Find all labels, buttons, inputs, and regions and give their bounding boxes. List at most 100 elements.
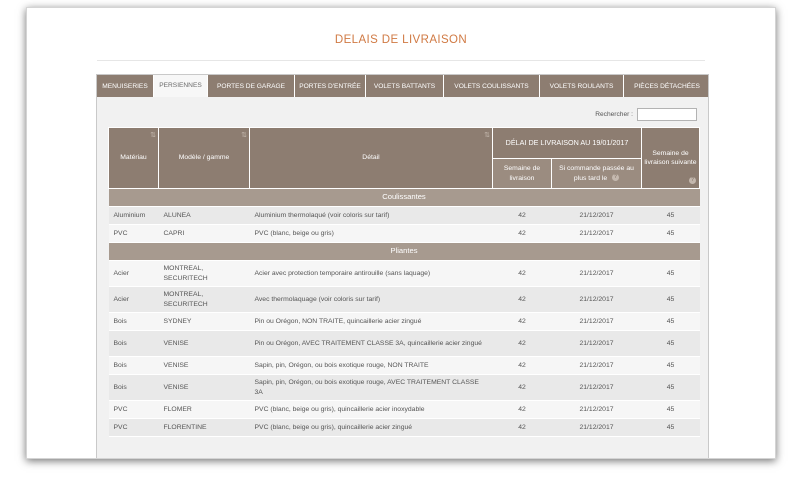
delay-group-label: DÉLAI DE LIVRAISON AU 19/01/2017	[505, 137, 629, 147]
col-model-header[interactable]: ⇅ Modèle / gamme	[158, 127, 250, 189]
cell-model: FLORENTINE	[158, 418, 250, 437]
col-delivery-week-header: Semaine de livraison	[492, 158, 552, 189]
tab-portes-de-garage[interactable]: PORTES DE GARAGE	[208, 75, 295, 97]
col-detail-label: Détail	[362, 154, 380, 162]
cell-detail: Acier avec protection temporaire antirou…	[249, 260, 493, 287]
cell-detail: Sapin, pin, Orégon, ou bois exotique rou…	[249, 356, 493, 375]
cell-detail: Avec thermolaquage (voir coloris sur tar…	[249, 286, 493, 313]
cell-order-by: 21/12/2017	[551, 400, 642, 419]
cell-delivery-week: 42	[492, 356, 552, 375]
cell-next-week: 45	[641, 356, 700, 375]
help-icon[interactable]: ?	[689, 177, 696, 184]
tab-persiennes[interactable]: PERSIENNES	[154, 75, 208, 97]
cell-delivery-week: 42	[492, 418, 552, 437]
tab-portes-d-entrée[interactable]: PORTES D'ENTRÉE	[295, 75, 366, 97]
sort-icon: ⇅	[484, 132, 490, 139]
col-order-by-header: Si commande passée au plus tard le ?	[551, 158, 642, 189]
group-label: Pliantes	[108, 242, 700, 261]
title-divider	[97, 60, 705, 61]
cell-model: VENISE	[158, 356, 250, 375]
cell-material: PVC	[108, 418, 159, 437]
cell-next-week: 45	[641, 206, 700, 225]
col-next-week-header: Semaine de livraison suivante ?	[641, 127, 700, 189]
cell-order-by: 21/12/2017	[551, 312, 642, 331]
cell-model: FLOMER	[158, 400, 250, 419]
cell-material: PVC	[108, 224, 159, 243]
search-row: Rechercher :	[595, 108, 697, 121]
search-label: Rechercher :	[595, 111, 633, 118]
cell-detail: Pin ou Orégon, NON TRAITE, quincaillerie…	[249, 312, 493, 331]
cell-delivery-week: 42	[492, 286, 552, 313]
group-row: Pliantes	[108, 242, 700, 261]
table-body: Coulissantes Aluminium ALUNEA Aluminium the…	[108, 188, 700, 437]
table-row: Acier MONTREAL, SECURITECH Avec thermolaqu…	[108, 286, 700, 313]
table-row: PVC FLOMER PVC (blanc, beige ou gris), qui…	[108, 400, 700, 419]
cell-order-by: 21/12/2017	[551, 286, 642, 313]
tab-volets-battants[interactable]: VOLETS BATTANTS	[366, 75, 444, 97]
col-next-week-label: Semaine de livraison suivante	[644, 149, 697, 166]
page-frame: DELAIS DE LIVRAISON MENUISERIES PERSIENNE…	[26, 7, 776, 459]
cell-order-by: 21/12/2017	[551, 260, 642, 287]
cell-model: CAPRI	[158, 224, 250, 243]
table-row: Bois SYDNEY Pin ou Orégon, NON TRAITE, qui…	[108, 312, 700, 331]
cell-detail: PVC (blanc, beige ou gris)	[249, 224, 493, 243]
cell-order-by: 21/12/2017	[551, 206, 642, 225]
col-model-label: Modèle / gamme	[178, 154, 230, 162]
cell-delivery-week: 42	[492, 260, 552, 287]
col-order-by-label: Si commande passée au plus tard le	[559, 165, 634, 182]
cell-detail: PVC (blanc, beige ou gris), quincailleri…	[249, 418, 493, 437]
cell-material: PVC	[108, 400, 159, 419]
cell-detail: Aluminium thermolaqué (voir coloris sur …	[249, 206, 493, 225]
cell-model: MONTREAL, SECURITECH	[158, 260, 250, 287]
delay-group-header: DÉLAI DE LIVRAISON AU 19/01/2017	[492, 127, 642, 159]
tab-bar: MENUISERIES PERSIENNES PORTES DE GARAGE POR…	[97, 75, 708, 97]
search-input[interactable]	[637, 108, 697, 121]
cell-order-by: 21/12/2017	[551, 356, 642, 375]
tab-volets-roulants[interactable]: VOLETS ROULANTS	[540, 75, 624, 97]
cell-next-week: 45	[641, 374, 700, 401]
cell-order-by: 21/12/2017	[551, 374, 642, 401]
col-detail-header[interactable]: ⇅ Détail	[249, 127, 493, 189]
col-delivery-week-label: Semaine de livraison	[503, 165, 541, 182]
cell-model: SYDNEY	[158, 312, 250, 331]
cell-next-week: 45	[641, 400, 700, 419]
cell-material: Bois	[108, 374, 159, 401]
cell-next-week: 45	[641, 418, 700, 437]
cell-material: Bois	[108, 356, 159, 375]
group-label: Coulissantes	[108, 188, 700, 207]
table-row: Bois VENISE Sapin, pin, Orégon, ou bois ex…	[108, 356, 700, 375]
cell-delivery-week: 42	[492, 224, 552, 243]
delivery-table: ⇅ Matériau ⇅ Modèle / gamme ⇅ Détail DÉL…	[108, 127, 700, 437]
cell-detail: Sapin, pin, Orégon, ou bois exotique rou…	[249, 374, 493, 401]
cell-model: ALUNEA	[158, 206, 250, 225]
cell-delivery-week: 42	[492, 206, 552, 225]
cell-model: VENISE	[158, 374, 250, 401]
cell-next-week: 45	[641, 330, 700, 357]
tab-menuiseries[interactable]: MENUISERIES	[97, 75, 154, 97]
cell-delivery-week: 42	[492, 330, 552, 357]
cell-detail: Pin ou Orégon, AVEC TRAITEMENT CLASSE 3A…	[249, 330, 493, 357]
help-icon[interactable]: ?	[612, 174, 620, 182]
table-row: Acier MONTREAL, SECURITECH Acier avec prot…	[108, 260, 700, 287]
cell-order-by: 21/12/2017	[551, 224, 642, 243]
sort-icon: ⇅	[241, 132, 247, 139]
table-row: Bois VENISE Pin ou Orégon, AVEC TRAITEMENT…	[108, 330, 700, 357]
sort-icon: ⇅	[150, 132, 156, 139]
table-row: Aluminium ALUNEA Aluminium thermolaqué (vo…	[108, 206, 700, 225]
cell-delivery-week: 42	[492, 400, 552, 419]
cell-model: MONTREAL, SECURITECH	[158, 286, 250, 313]
cell-model: VENISE	[158, 330, 250, 357]
cell-detail: PVC (blanc, beige ou gris), quincailleri…	[249, 400, 493, 419]
cell-next-week: 45	[641, 224, 700, 243]
cell-material: Bois	[108, 330, 159, 357]
tab-pièces-détachées[interactable]: PIÈCES DÉTACHÉES	[624, 75, 708, 97]
cell-next-week: 45	[641, 286, 700, 313]
tab-volets-coulissants[interactable]: VOLETS COULISSANTS	[444, 75, 540, 97]
cell-next-week: 45	[641, 312, 700, 331]
group-row: Coulissantes	[108, 188, 700, 207]
col-material-header[interactable]: ⇅ Matériau	[108, 127, 159, 189]
cell-material: Bois	[108, 312, 159, 331]
cell-next-week: 45	[641, 260, 700, 287]
table-row: PVC CAPRI PVC (blanc, beige ou gris) 42 21/1…	[108, 224, 700, 243]
page-title: DELAIS DE LIVRAISON	[334, 34, 468, 46]
